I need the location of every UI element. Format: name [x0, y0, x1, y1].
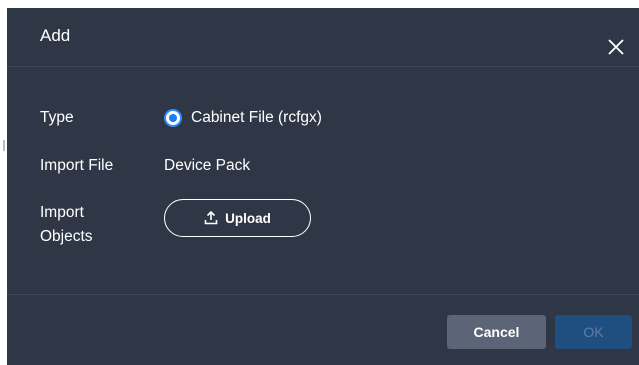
close-button[interactable] — [607, 38, 625, 56]
upload-button[interactable]: Upload — [164, 199, 311, 237]
import-file-value: Device Pack — [164, 157, 251, 174]
type-option-cabinet-file[interactable]: Cabinet File (rcfgx) — [164, 106, 322, 130]
dialog-header: Add — [7, 8, 639, 67]
type-label: Type — [40, 109, 74, 126]
dialog-title: Add — [40, 26, 71, 45]
background-edge-mark — [3, 140, 5, 151]
radio-selected-icon[interactable] — [164, 109, 182, 127]
close-icon — [608, 39, 624, 55]
upload-label: Upload — [225, 210, 271, 226]
import-file-label: Import File — [40, 157, 114, 174]
footer-divider — [7, 294, 639, 295]
add-dialog: Add Type Cabinet File (rcfgx) Import Fil… — [7, 8, 639, 365]
type-option-label: Cabinet File (rcfgx) — [191, 109, 322, 126]
import-objects-label: Import Objects — [40, 204, 93, 245]
ok-button[interactable]: OK — [555, 315, 632, 349]
upload-icon — [204, 211, 218, 225]
cancel-button[interactable]: Cancel — [447, 315, 546, 349]
